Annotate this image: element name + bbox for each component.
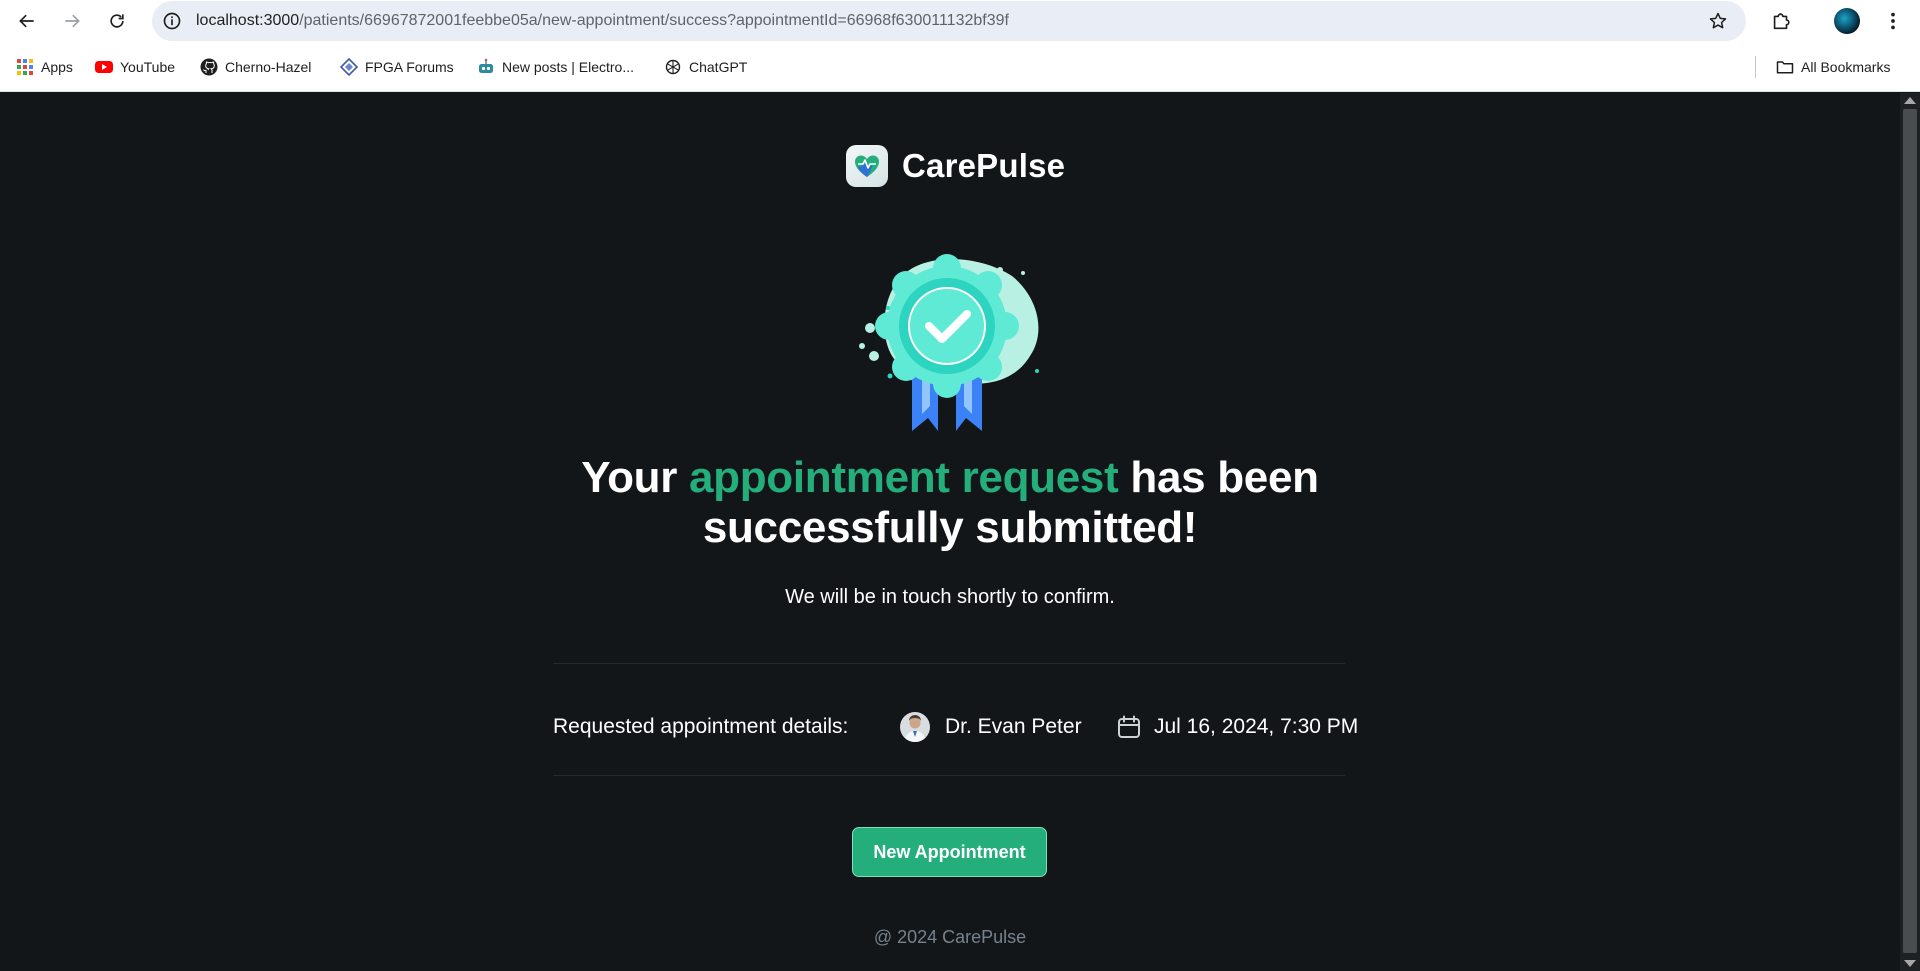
- success-badge-illustration: [859, 254, 1039, 431]
- appointment-datetime: Jul 16, 2024, 7:30 PM: [1154, 715, 1359, 738]
- reload-button[interactable]: [102, 6, 132, 36]
- site-info-icon[interactable]: [162, 11, 182, 31]
- back-button[interactable]: [12, 6, 42, 36]
- carepulse-logo[interactable]: CarePulse: [846, 145, 1065, 187]
- puzzle-icon: [1773, 13, 1790, 30]
- extensions-button[interactable]: [1768, 8, 1794, 34]
- page-scrollbar[interactable]: [1900, 93, 1920, 971]
- bookmark-label: Apps: [41, 59, 73, 75]
- url-text[interactable]: localhost:3000/patients/66967872001feebb…: [196, 12, 1009, 30]
- bookmarks-bar: Apps YouTube Cherno-Hazel FPGA Forums Ne…: [0, 42, 1920, 92]
- profile-avatar[interactable]: [1834, 8, 1860, 34]
- robot-icon: [479, 58, 493, 73]
- appointment-details: Requested appointment details: Dr. Evan …: [553, 706, 1358, 746]
- bookmark-label: ChatGPT: [689, 59, 748, 75]
- bookmark-youtube[interactable]: YouTube: [95, 57, 175, 77]
- reload-icon: [110, 14, 124, 28]
- calendar-icon: [1118, 715, 1140, 738]
- all-bookmarks[interactable]: All Bookmarks: [1776, 57, 1890, 77]
- folder-icon: [1776, 61, 1794, 74]
- doctor-avatar: [900, 712, 930, 742]
- bookmark-star-icon[interactable]: [1708, 11, 1728, 31]
- page-viewport: CarePulse Your appointment request has b…: [0, 93, 1900, 971]
- bookmark-label: YouTube: [120, 59, 176, 75]
- bookmark-label: New posts | Electro...: [502, 59, 635, 75]
- heart-pulse-icon: [855, 155, 879, 177]
- bookmark-chatgpt[interactable]: ChatGPT: [664, 57, 747, 77]
- github-icon: [200, 58, 218, 76]
- details-label: Requested appointment details:: [553, 715, 849, 738]
- doctor-name: Dr. Evan Peter: [945, 715, 1082, 738]
- url-host: localhost:3000: [196, 12, 300, 29]
- browser-toolbar: localhost:3000/patients/66967872001feebb…: [0, 0, 1920, 42]
- forward-button[interactable]: [57, 6, 87, 36]
- address-bar[interactable]: localhost:3000/patients/66967872001feebb…: [152, 1, 1746, 41]
- logo-mark: [846, 145, 888, 187]
- scrollbar-thumb[interactable]: [1903, 109, 1917, 953]
- all-bookmarks-label: All Bookmarks: [1801, 59, 1891, 75]
- bookmark-apps[interactable]: Apps: [16, 57, 73, 77]
- brand-name: CarePulse: [902, 147, 1066, 184]
- fpga-forums-icon: [340, 58, 358, 76]
- doctor-icon: [904, 715, 926, 742]
- scroll-up-icon[interactable]: [1904, 97, 1916, 104]
- new-appointment-button[interactable]: New Appointment: [852, 827, 1047, 877]
- scroll-down-icon[interactable]: [1904, 960, 1916, 967]
- bookmark-label: FPGA Forums: [365, 59, 454, 75]
- bookmarks-divider: [1755, 56, 1756, 78]
- arrow-right-icon: [65, 14, 80, 28]
- url-path: /patients/66967872001feebbe05a/new-appoi…: [299, 12, 1009, 29]
- headline-part1: Your: [581, 453, 689, 502]
- confirmation-subtext: We will be in touch shortly to confirm.: [785, 586, 1115, 608]
- bookmark-fpga-forums[interactable]: FPGA Forums: [340, 57, 454, 77]
- apps-grid-icon: [17, 59, 33, 75]
- bookmark-new-posts-electro[interactable]: New posts | Electro...: [477, 57, 634, 77]
- chatgpt-icon: [665, 59, 681, 75]
- more-vert-icon: [1891, 12, 1895, 30]
- arrow-left-icon: [19, 14, 34, 28]
- bookmark-label: Cherno-Hazel: [225, 59, 312, 75]
- bottom-divider: [553, 775, 1345, 776]
- bookmark-cherno-hazel[interactable]: Cherno-Hazel: [200, 57, 311, 77]
- headline-highlight: appointment request: [688, 453, 1119, 502]
- top-divider: [553, 663, 1345, 664]
- success-headline: Your appointment request has been succes…: [560, 453, 1340, 553]
- youtube-icon: [95, 61, 113, 73]
- browser-menu-button[interactable]: [1880, 8, 1906, 34]
- copyright-text: @ 2024 CarePulse: [873, 927, 1027, 947]
